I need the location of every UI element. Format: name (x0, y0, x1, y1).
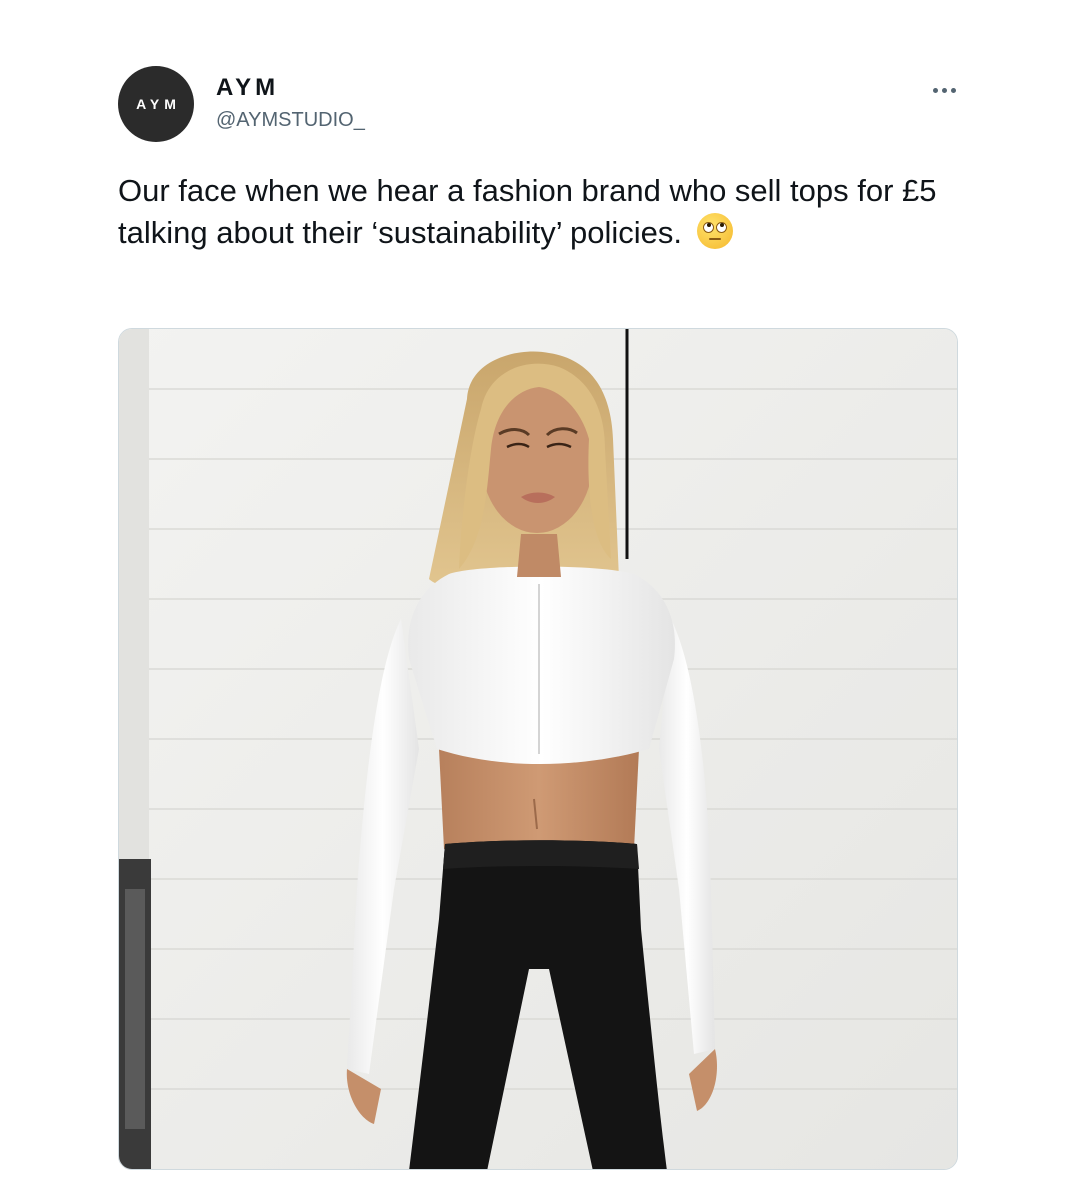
avatar-logo-text: AYM (136, 96, 181, 112)
avatar[interactable]: AYM (118, 66, 194, 142)
face-with-rolling-eyes-emoji-icon (696, 213, 733, 249)
more-options-icon[interactable] (924, 78, 964, 102)
photo-woman-in-white-crop-top (119, 329, 957, 1169)
user-handle[interactable]: @AYMSTUDIO_ (216, 109, 365, 132)
display-name[interactable]: AYM (216, 74, 279, 102)
tweet: AYM AYM @AYMSTUDIO_ Our face when we hea… (0, 0, 1077, 1200)
tweet-text: Our face when we hear a fashion brand wh… (118, 170, 968, 254)
tweet-text-body: Our face when we hear a fashion brand wh… (118, 173, 937, 250)
tweet-photo[interactable] (118, 328, 958, 1170)
